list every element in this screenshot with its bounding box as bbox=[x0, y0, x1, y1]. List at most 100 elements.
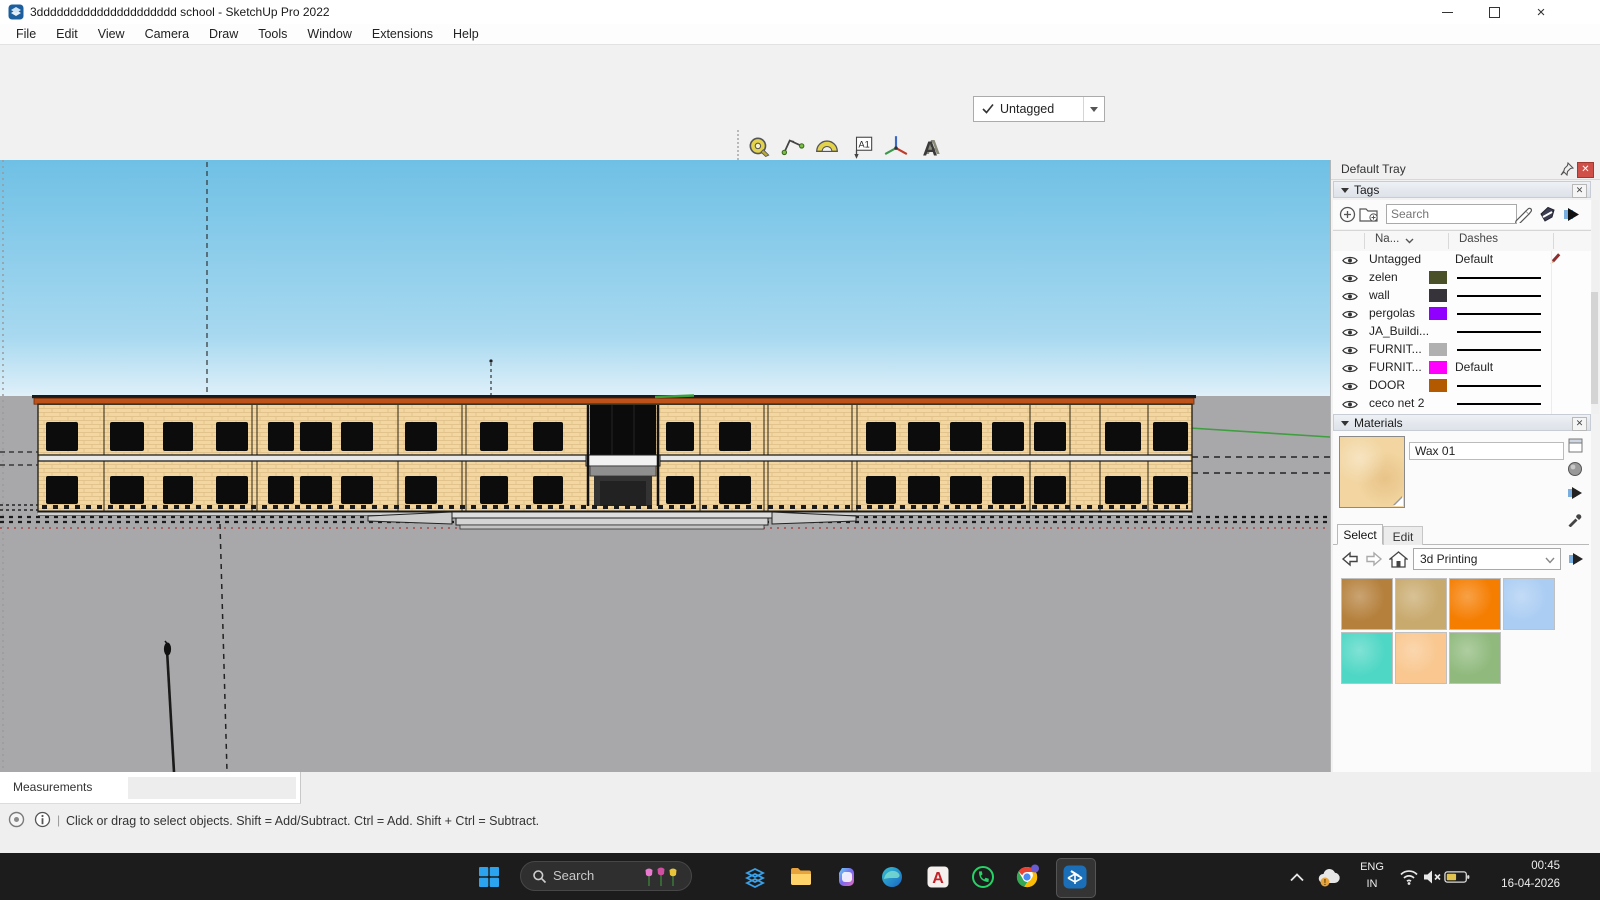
materials-section-header[interactable]: Materials ✕ bbox=[1333, 414, 1591, 431]
language-indicator[interactable]: ENG IN bbox=[1355, 859, 1389, 895]
menu-file[interactable]: File bbox=[6, 24, 46, 45]
geolocation-icon[interactable] bbox=[8, 811, 26, 829]
close-button[interactable]: × bbox=[1518, 0, 1564, 24]
tags-section-header[interactable]: Tags ✕ bbox=[1333, 181, 1591, 198]
material-swatch-3[interactable] bbox=[1449, 578, 1501, 630]
column-name[interactable]: Na... bbox=[1375, 233, 1399, 245]
back-arrow-icon[interactable] bbox=[1339, 548, 1361, 570]
tags-close-icon[interactable]: ✕ bbox=[1572, 184, 1587, 198]
battery-icon[interactable] bbox=[1444, 864, 1470, 890]
scrollbar-thumb[interactable] bbox=[1591, 292, 1598, 404]
menu-camera[interactable]: Camera bbox=[135, 24, 199, 45]
visibility-eye-icon[interactable] bbox=[1342, 363, 1358, 374]
menu-draw[interactable]: Draw bbox=[199, 24, 248, 45]
tag-row-ja-buildi[interactable]: JA_Buildi... bbox=[1333, 323, 1591, 341]
secondary-pane-icon[interactable] bbox=[1565, 435, 1585, 455]
materials-close-icon[interactable]: ✕ bbox=[1572, 417, 1587, 431]
tag-details-arrow-icon[interactable] bbox=[1561, 204, 1581, 224]
tag-row-furnit[interactable]: FURNIT...Default bbox=[1333, 359, 1591, 377]
column-dashes[interactable]: Dashes bbox=[1459, 233, 1498, 245]
start-button[interactable] bbox=[476, 864, 502, 890]
purge-tags-icon[interactable] bbox=[1537, 204, 1557, 224]
tag-dashes-line[interactable] bbox=[1457, 331, 1541, 333]
collapse-triangle-icon[interactable] bbox=[1341, 188, 1349, 193]
tags-search-input[interactable] bbox=[1386, 204, 1517, 224]
tag-dashes-line[interactable] bbox=[1457, 349, 1541, 351]
tag-color-swatch[interactable] bbox=[1429, 361, 1447, 374]
volume-muted-icon[interactable] bbox=[1420, 864, 1446, 890]
taskbar-sketchup-layers-icon[interactable] bbox=[742, 864, 768, 890]
school-building-model[interactable] bbox=[32, 395, 1196, 529]
paint-details-arrow-icon[interactable] bbox=[1565, 483, 1585, 503]
taskbar-copilot-icon[interactable] bbox=[834, 864, 860, 890]
tag-filter-dropdown[interactable]: Untagged bbox=[973, 96, 1105, 122]
visibility-eye-icon[interactable] bbox=[1342, 273, 1358, 284]
materials-collection-dropdown[interactable]: 3d Printing bbox=[1413, 548, 1561, 570]
add-tag-folder-icon[interactable] bbox=[1359, 204, 1379, 224]
menu-view[interactable]: View bbox=[88, 24, 135, 45]
material-preview[interactable] bbox=[1339, 436, 1405, 508]
tag-dashes-value[interactable]: Default bbox=[1455, 252, 1493, 266]
tag-dashes-line[interactable] bbox=[1457, 277, 1541, 279]
info-icon[interactable] bbox=[34, 811, 52, 829]
collection-details-arrow-icon[interactable] bbox=[1565, 548, 1587, 570]
visibility-eye-icon[interactable] bbox=[1342, 345, 1358, 356]
tag-row-wall[interactable]: wall bbox=[1333, 287, 1591, 305]
tags-scrollbar[interactable] bbox=[1592, 200, 1599, 414]
tag-color-swatch[interactable] bbox=[1429, 271, 1447, 284]
tab-edit[interactable]: Edit bbox=[1383, 526, 1423, 545]
tag-row-untagged[interactable]: UntaggedDefault bbox=[1333, 251, 1591, 269]
tag-row-door[interactable]: DOOR bbox=[1333, 377, 1591, 395]
tag-row-zelen[interactable]: zelen bbox=[1333, 269, 1591, 287]
onedrive-cloud-icon[interactable]: ! bbox=[1316, 864, 1342, 890]
tag-dashes-line[interactable] bbox=[1457, 403, 1541, 405]
material-name-field[interactable]: Wax 01 bbox=[1409, 442, 1564, 460]
visibility-eye-icon[interactable] bbox=[1342, 381, 1358, 392]
tag-row-pergolas[interactable]: pergolas bbox=[1333, 305, 1591, 323]
measurements-value-box[interactable] bbox=[128, 777, 296, 799]
taskbar-whatsapp-icon[interactable] bbox=[970, 864, 996, 890]
chevron-down-icon[interactable] bbox=[1083, 97, 1104, 121]
pin-icon[interactable] bbox=[1560, 162, 1574, 176]
tag-color-swatch[interactable] bbox=[1429, 307, 1447, 320]
edit-dashes-pencil-icon[interactable] bbox=[1547, 252, 1562, 267]
taskbar-autocad-icon[interactable]: A bbox=[925, 864, 951, 890]
material-swatch-4[interactable] bbox=[1503, 578, 1555, 630]
menu-tools[interactable]: Tools bbox=[248, 24, 297, 45]
visibility-eye-icon[interactable] bbox=[1342, 309, 1358, 320]
taskbar-chrome-icon[interactable] bbox=[1015, 864, 1041, 890]
material-swatch-2[interactable] bbox=[1395, 578, 1447, 630]
taskbar-edge-icon[interactable] bbox=[879, 864, 905, 890]
modeling-viewport[interactable] bbox=[0, 160, 1330, 772]
taskbar-clock[interactable]: 00:45 16-04-2026 bbox=[1470, 858, 1560, 894]
add-tag-icon[interactable] bbox=[1337, 204, 1357, 224]
tag-dashes-line[interactable] bbox=[1457, 295, 1541, 297]
maximize-button[interactable] bbox=[1471, 0, 1517, 24]
material-swatch-6[interactable] bbox=[1395, 632, 1447, 684]
minimize-button[interactable] bbox=[1424, 0, 1470, 24]
tag-dashes-line[interactable] bbox=[1457, 385, 1541, 387]
tag-color-swatch[interactable] bbox=[1429, 379, 1447, 392]
create-material-icon[interactable] bbox=[1565, 459, 1585, 479]
taskbar-chevron-up-icon[interactable] bbox=[1284, 864, 1310, 890]
visibility-eye-icon[interactable] bbox=[1342, 399, 1358, 410]
tag-dashes-line[interactable] bbox=[1457, 313, 1541, 315]
taskbar-search[interactable]: Search bbox=[520, 861, 692, 891]
material-swatch-5[interactable] bbox=[1341, 632, 1393, 684]
taskbar-file-explorer-icon[interactable] bbox=[788, 864, 814, 890]
material-swatch-1[interactable] bbox=[1341, 578, 1393, 630]
tag-color-swatch[interactable] bbox=[1429, 343, 1447, 356]
tab-select[interactable]: Select bbox=[1337, 524, 1383, 545]
edit-tag-pencil-icon[interactable] bbox=[1513, 204, 1533, 224]
home-icon[interactable] bbox=[1387, 548, 1409, 570]
menu-window[interactable]: Window bbox=[297, 24, 361, 45]
tag-row-furnit[interactable]: FURNIT... bbox=[1333, 341, 1591, 359]
collapse-triangle-icon[interactable] bbox=[1341, 421, 1349, 426]
visibility-eye-icon[interactable] bbox=[1342, 255, 1358, 266]
tag-dashes-value[interactable]: Default bbox=[1455, 360, 1493, 374]
visibility-eye-icon[interactable] bbox=[1342, 327, 1358, 338]
tray-close-icon[interactable]: ✕ bbox=[1577, 162, 1594, 178]
material-swatch-7[interactable] bbox=[1449, 632, 1501, 684]
menu-help[interactable]: Help bbox=[443, 24, 489, 45]
menu-extensions[interactable]: Extensions bbox=[362, 24, 443, 45]
